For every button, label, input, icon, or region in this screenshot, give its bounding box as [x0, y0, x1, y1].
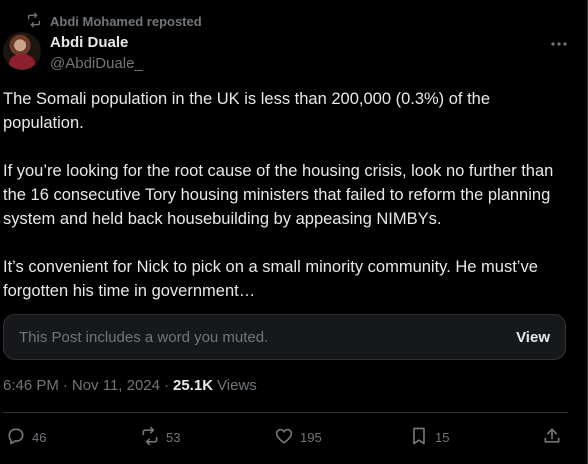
bookmark-icon [409, 426, 429, 449]
repost-count: 53 [166, 429, 181, 445]
like-count: 195 [300, 429, 322, 445]
share-icon [542, 426, 562, 449]
bookmark-button[interactable]: 15 [409, 426, 449, 448]
author-display-name[interactable]: Abdi Duale [50, 34, 128, 51]
divider [3, 412, 568, 413]
bookmark-count: 15 [435, 429, 450, 445]
views-count[interactable]: 25.1K [173, 377, 213, 394]
reply-icon [6, 426, 26, 449]
meta-separator: · [164, 377, 169, 394]
more-icon [550, 34, 568, 52]
reply-button[interactable]: 46 [6, 426, 46, 448]
view-button[interactable]: View [516, 329, 550, 346]
heart-icon [274, 426, 294, 449]
like-button[interactable]: 195 [274, 426, 322, 448]
repost-icon [26, 12, 42, 31]
more-options-button[interactable] [548, 34, 570, 52]
meta-separator: · [62, 377, 68, 394]
post-paragraph: It’s convenient for Nick to pick on a sm… [3, 258, 538, 300]
repost-icon [140, 426, 160, 449]
post-date[interactable]: Nov 11, 2024 [72, 377, 160, 394]
muted-word-notice: This Post includes a word you muted. Vie… [3, 314, 566, 360]
avatar[interactable] [3, 32, 41, 70]
views-label[interactable]: Views [217, 377, 257, 394]
repost-label[interactable]: Abdi Mohamed reposted [50, 14, 202, 29]
post-time[interactable]: 6:46 PM [3, 377, 59, 394]
post-text: The Somali population in the UK is less … [3, 87, 573, 303]
repost-button[interactable]: 53 [140, 426, 180, 448]
post-metadata: 6:46 PM · Nov 11, 2024 · 25.1K Views [3, 377, 257, 394]
repost-indicator[interactable]: Abdi Mohamed reposted [26, 12, 202, 30]
post-paragraph: If you’re looking for the root cause of … [3, 162, 554, 228]
reply-count: 46 [32, 429, 47, 445]
muted-notice-text: This Post includes a word you muted. [19, 329, 269, 346]
share-button[interactable] [542, 426, 562, 448]
author-handle[interactable]: @AbdiDuale_ [50, 55, 143, 72]
post-paragraph: The Somali population in the UK is less … [3, 90, 491, 132]
